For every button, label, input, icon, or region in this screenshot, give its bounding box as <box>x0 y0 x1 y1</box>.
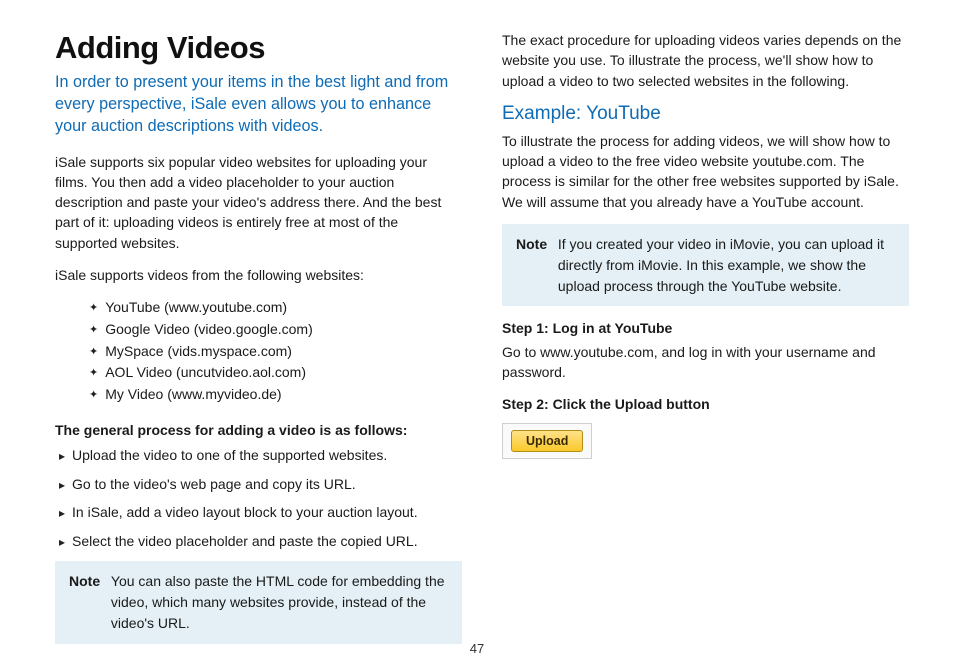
section-heading: Example: YouTube <box>502 103 909 125</box>
list-item: MySpace (vids.myspace.com) <box>89 341 462 363</box>
right-column: The exact procedure for uploading videos… <box>502 30 909 658</box>
upload-screenshot: Upload <box>502 423 592 459</box>
body-paragraph: iSale supports videos from the following… <box>55 265 462 285</box>
left-column: Adding Videos In order to present your i… <box>55 30 462 658</box>
list-item: Select the video placeholder and paste t… <box>59 532 462 552</box>
list-item: AOL Video (uncutvideo.aol.com) <box>89 362 462 384</box>
step-title: Step 1: Log in at YouTube <box>502 318 909 338</box>
page-title: Adding Videos <box>55 30 462 66</box>
step-body: Go to www.youtube.com, and log in with y… <box>502 342 909 383</box>
list-item: Go to the video's web page and copy its … <box>59 475 462 495</box>
process-heading: The general process for adding a video i… <box>55 420 462 440</box>
upload-button: Upload <box>511 430 583 452</box>
list-item: My Video (www.myvideo.de) <box>89 384 462 406</box>
step-title: Step 2: Click the Upload button <box>502 394 909 414</box>
page-container: Adding Videos In order to present your i… <box>0 0 954 668</box>
list-item: Upload the video to one of the supported… <box>59 446 462 466</box>
list-item: YouTube (www.youtube.com) <box>89 297 462 319</box>
note-box: Note If you created your video in iMovie… <box>502 224 909 306</box>
page-number: 47 <box>0 641 954 656</box>
website-list: YouTube (www.youtube.com) Google Video (… <box>55 297 462 405</box>
body-paragraph: iSale supports six popular video website… <box>55 152 462 253</box>
intro-paragraph: In order to present your items in the be… <box>55 72 462 138</box>
body-paragraph: The exact procedure for uploading videos… <box>502 30 909 91</box>
list-item: In iSale, add a video layout block to yo… <box>59 503 462 523</box>
note-text: You can also paste the HTML code for emb… <box>111 571 446 633</box>
note-label: Note <box>516 234 554 255</box>
note-text: If you created your video in iMovie, you… <box>558 234 893 296</box>
list-item: Google Video (video.google.com) <box>89 319 462 341</box>
note-box: Note You can also paste the HTML code fo… <box>55 561 462 643</box>
process-steps: Upload the video to one of the supported… <box>55 446 462 551</box>
note-label: Note <box>69 571 107 592</box>
body-paragraph: To illustrate the process for adding vid… <box>502 131 909 212</box>
